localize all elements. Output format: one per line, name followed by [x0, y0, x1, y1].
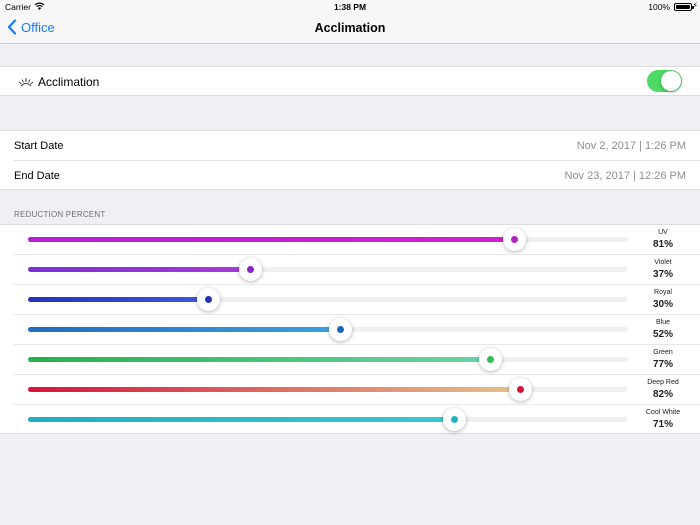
start-date-row[interactable]: Start Date Nov 2, 2017 | 1:26 PM: [0, 131, 700, 161]
green-channel-percent: 77%: [652, 359, 673, 370]
green-slider-fill: [28, 357, 490, 362]
green-channel-name: Green: [653, 349, 673, 356]
thumb-dot: [450, 416, 458, 423]
blue-channel-name: Blue: [655, 319, 670, 326]
end-date-label: End Date: [14, 170, 60, 182]
cool-white-channel-name: Cool White: [645, 409, 681, 416]
cool-white-channel-percent: 71%: [652, 419, 673, 430]
uv-slider-track[interactable]: [28, 228, 628, 251]
cool-white-slider-fill: [28, 417, 454, 422]
thumb-dot: [336, 326, 344, 333]
slider-row-blue: Blue 52%: [0, 315, 700, 345]
acclimation-row: Acclimation: [0, 66, 700, 96]
cool-white-slider-thumb[interactable]: [442, 408, 466, 431]
status-bar: Carrier 1:38 PM 100% ⚡: [0, 0, 700, 14]
cool-white-slider-track[interactable]: [28, 408, 628, 431]
thumb-dot: [204, 296, 212, 303]
end-date-row[interactable]: End Date Nov 23, 2017 | 12:26 PM: [0, 161, 700, 191]
violet-slider-fill: [28, 267, 250, 272]
green-slider-thumb[interactable]: [478, 348, 502, 371]
royal-slider-fill: [28, 297, 208, 302]
slider-row-royal: Royal 30%: [0, 285, 700, 315]
reduction-sliders-group: UV 81% Violet 37% Royal 30% Blue 52% Gre…: [0, 224, 700, 434]
royal-slider-thumb[interactable]: [196, 288, 220, 311]
deep-red-slider-thumb[interactable]: [508, 378, 532, 401]
date-settings-group: Start Date Nov 2, 2017 | 1:26 PM End Dat…: [0, 130, 700, 190]
navigation-bar: Office Acclimation: [0, 14, 700, 44]
sun-rays-icon: [18, 75, 34, 87]
start-date-value[interactable]: Nov 2, 2017 | 1:26 PM: [577, 140, 686, 152]
slider-row-green: Green 77%: [0, 345, 700, 375]
bolt-icon: ⚡: [692, 1, 698, 10]
toggle-knob: [661, 71, 681, 91]
green-slider-track[interactable]: [28, 348, 628, 371]
end-date-value[interactable]: Nov 23, 2017 | 12:26 PM: [565, 170, 687, 182]
acclimation-toggle[interactable]: [647, 70, 682, 92]
deep-red-slider-track[interactable]: [28, 378, 628, 401]
blue-slider-thumb[interactable]: [328, 318, 352, 341]
royal-channel-percent: 30%: [652, 299, 673, 310]
battery-percent: 100%: [648, 2, 670, 12]
uv-slider-fill: [28, 237, 514, 242]
uv-channel-name: UV: [658, 229, 668, 236]
uv-channel-percent: 81%: [652, 239, 673, 250]
royal-channel-name: Royal: [654, 289, 672, 296]
slider-row-deep-red: Deep Red 82%: [0, 375, 700, 405]
deep-red-channel-percent: 82%: [652, 389, 673, 400]
thumb-dot: [486, 356, 494, 363]
thumb-dot: [510, 236, 518, 243]
slider-row-violet: Violet 37%: [0, 255, 700, 285]
royal-slider-track[interactable]: [28, 288, 628, 311]
acclimation-label: Acclimation: [38, 75, 100, 89]
thumb-dot: [246, 266, 254, 273]
slider-row-uv: UV 81%: [0, 225, 700, 255]
blue-slider-track[interactable]: [28, 318, 628, 341]
reduction-percent-header: REDUCTION PERCENT: [14, 210, 106, 219]
violet-slider-thumb[interactable]: [238, 258, 262, 281]
uv-slider-thumb[interactable]: [502, 228, 526, 251]
blue-slider-fill: [28, 327, 340, 332]
thumb-dot: [516, 386, 524, 393]
violet-channel-name: Violet: [654, 259, 672, 266]
start-date-label: Start Date: [14, 140, 64, 152]
battery-icon: [674, 3, 694, 11]
blue-channel-percent: 52%: [652, 329, 673, 340]
deep-red-slider-fill: [28, 387, 520, 392]
status-time: 1:38 PM: [333, 2, 367, 12]
deep-red-channel-name: Deep Red: [647, 379, 679, 386]
violet-channel-percent: 37%: [652, 269, 673, 280]
violet-slider-track[interactable]: [28, 258, 628, 281]
page-title: Acclimation: [314, 21, 386, 35]
slider-row-cool-white: Cool White 71%: [0, 405, 700, 435]
